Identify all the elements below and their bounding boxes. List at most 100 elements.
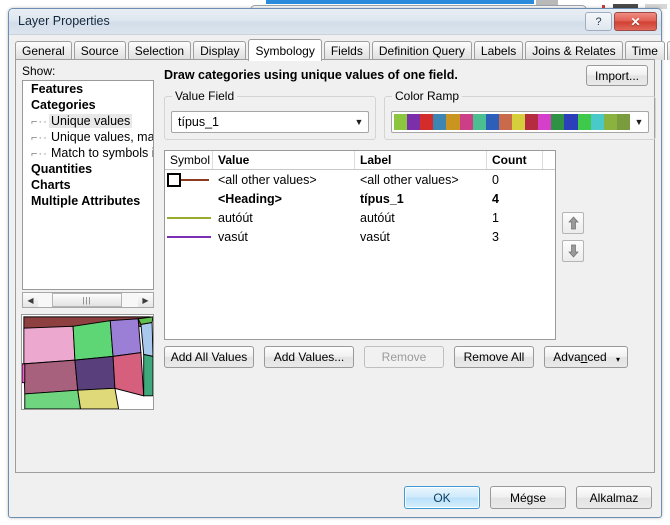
symbol-swatch[interactable] (165, 208, 213, 227)
tree-horizontal-scrollbar[interactable]: ◀ ||| ▶ (22, 292, 154, 308)
map-polygon-2 (23, 359, 79, 395)
cell-count: 4 (492, 191, 499, 206)
apply-button[interactable]: Alkalmaz (576, 486, 652, 509)
color-ramp-group: Color Ramp ▼ (384, 89, 656, 140)
map-polygon-6 (109, 318, 142, 357)
chevron-down-icon[interactable]: ▼ (630, 112, 648, 132)
help-icon[interactable]: ? (585, 12, 612, 31)
tab-time[interactable]: Time (624, 41, 665, 60)
table-body: <all other values> <all other values> 0 <He… (165, 170, 555, 246)
table-row[interactable]: <Heading> típus_1 4 (165, 189, 555, 208)
cell-label: autóút (360, 210, 395, 225)
move-down-icon[interactable] (562, 240, 584, 262)
tab-source[interactable]: Source (73, 41, 126, 60)
column-header-count[interactable]: Count (487, 151, 543, 169)
color-ramp-group-label: Color Ramp (392, 89, 463, 103)
background-blue-bar (266, 0, 534, 4)
ramp-swatch-7 (485, 114, 499, 130)
symbology-tab-page: Show: Features Categories ⌐·· Unique values… (15, 59, 656, 473)
symbology-right-panel: Draw categories using unique values of o… (160, 64, 656, 468)
ramp-swatch-14 (577, 114, 591, 130)
symbol-line (167, 216, 211, 219)
symbol-swatch[interactable] (165, 227, 213, 246)
advanced-button[interactable]: Advanced ▾ (544, 346, 628, 368)
scroll-track[interactable]: ||| (38, 293, 138, 307)
tree-item-unique-values-many[interactable]: ⌐··Unique values, many (23, 129, 153, 145)
tree-item-match-to-symbols-in-a[interactable]: ⌐··Match to symbols in a (23, 145, 153, 161)
tree-item-quantities[interactable]: Quantities (23, 161, 153, 177)
value-field-value: típus_1 (178, 115, 220, 129)
show-tree[interactable]: Features Categories ⌐·· Unique values ⌐·· Uni… (22, 80, 154, 290)
reorder-buttons (562, 212, 586, 268)
ramp-swatch-8 (498, 114, 512, 130)
tab-definition-query[interactable]: Definition Query (371, 41, 472, 60)
cell-count: 0 (492, 172, 499, 187)
map-polygon-7 (112, 352, 145, 397)
scroll-right-icon[interactable]: ▶ (138, 293, 153, 307)
scroll-thumb[interactable]: ||| (52, 293, 122, 307)
ramp-swatch-0 (394, 114, 408, 130)
import-button[interactable]: Import... (586, 65, 648, 86)
symbology-heading: Draw categories using unique values of o… (164, 68, 458, 82)
map-polygon-8 (77, 387, 120, 409)
scroll-left-icon[interactable]: ◀ (23, 293, 38, 307)
map-polygon-4 (72, 320, 114, 361)
chevron-down-icon[interactable]: ▼ (350, 112, 368, 132)
ramp-swatch-9 (511, 114, 526, 130)
ramp-swatch-2 (420, 114, 434, 130)
tree-item-charts[interactable]: Charts (23, 177, 153, 193)
column-header-label[interactable]: Label (355, 151, 487, 169)
tree-item-unique-values[interactable]: ⌐·· Unique values (23, 113, 153, 129)
map-polygon-1 (23, 325, 76, 365)
tree-connector-icon: ⌐·· (31, 132, 48, 144)
tab-joins-relates[interactable]: Joins & Relates (525, 41, 623, 60)
ramp-swatch-3 (433, 114, 447, 130)
table-row[interactable]: autóút autóút 1 (165, 208, 555, 227)
table-header-row: Symbol Value Label Count (165, 151, 555, 170)
tab-fields[interactable]: Fields (323, 41, 370, 60)
symbol-swatch[interactable] (165, 170, 213, 189)
map-polygon-3 (24, 389, 82, 409)
title-bar: Layer Properties ? ✕ (9, 9, 661, 35)
tree-item-unique-values-label: Unique values (49, 114, 133, 128)
ramp-swatch-4 (446, 114, 460, 130)
table-row[interactable]: <all other values> <all other values> 0 (165, 170, 555, 189)
value-field-dropdown[interactable]: típus_1 ▼ (171, 111, 369, 133)
cell-count: 1 (492, 210, 499, 225)
ramp-swatch-5 (459, 114, 473, 130)
cell-value: vasút (218, 229, 248, 244)
tree-item-features[interactable]: Features (23, 81, 153, 97)
column-header-symbol[interactable]: Symbol (165, 151, 213, 169)
value-field-group: Value Field típus_1 ▼ (164, 89, 376, 140)
symbol-checkbox[interactable] (167, 172, 181, 187)
color-ramp-dropdown[interactable]: ▼ (391, 111, 649, 133)
tab-display[interactable]: Display (193, 41, 247, 60)
close-icon[interactable]: ✕ (614, 12, 657, 31)
ok-button[interactable]: OK (404, 486, 480, 509)
cancel-button[interactable]: Mégse (490, 486, 566, 509)
tab-bar: General Source Selection Display Symbology Fi… (15, 39, 670, 61)
chevron-down-icon[interactable]: ▾ (616, 355, 620, 364)
window-controls: ? ✕ (585, 12, 657, 31)
map-polygon-5 (74, 355, 116, 391)
map-preview-svg (22, 316, 153, 409)
remove-button: Remove (364, 346, 444, 368)
column-header-value[interactable]: Value (213, 151, 355, 169)
tree-item-multiple-attributes[interactable]: Multiple Attributes (23, 193, 153, 209)
tab-symbology[interactable]: Symbology (248, 39, 322, 61)
symbol-classes-table[interactable]: Symbol Value Label Count <all other valu… (164, 150, 556, 340)
tree-item-categories[interactable]: Categories (23, 97, 153, 113)
ramp-swatch-6 (472, 114, 486, 130)
tree-connector-icon: ⌐·· (31, 116, 48, 128)
tab-labels[interactable]: Labels (473, 41, 524, 60)
symbol-swatch[interactable] (165, 189, 213, 208)
tab-general[interactable]: General (15, 41, 72, 60)
add-values-button[interactable]: Add Values... (264, 346, 354, 368)
move-up-icon[interactable] (562, 212, 584, 234)
tab-selection[interactable]: Selection (127, 41, 192, 60)
add-all-values-button[interactable]: Add All Values (164, 346, 254, 368)
symbol-line (167, 235, 211, 238)
table-row[interactable]: vasút vasút 3 (165, 227, 555, 246)
remove-all-button[interactable]: Remove All (454, 346, 534, 368)
symbol-line (181, 178, 209, 181)
